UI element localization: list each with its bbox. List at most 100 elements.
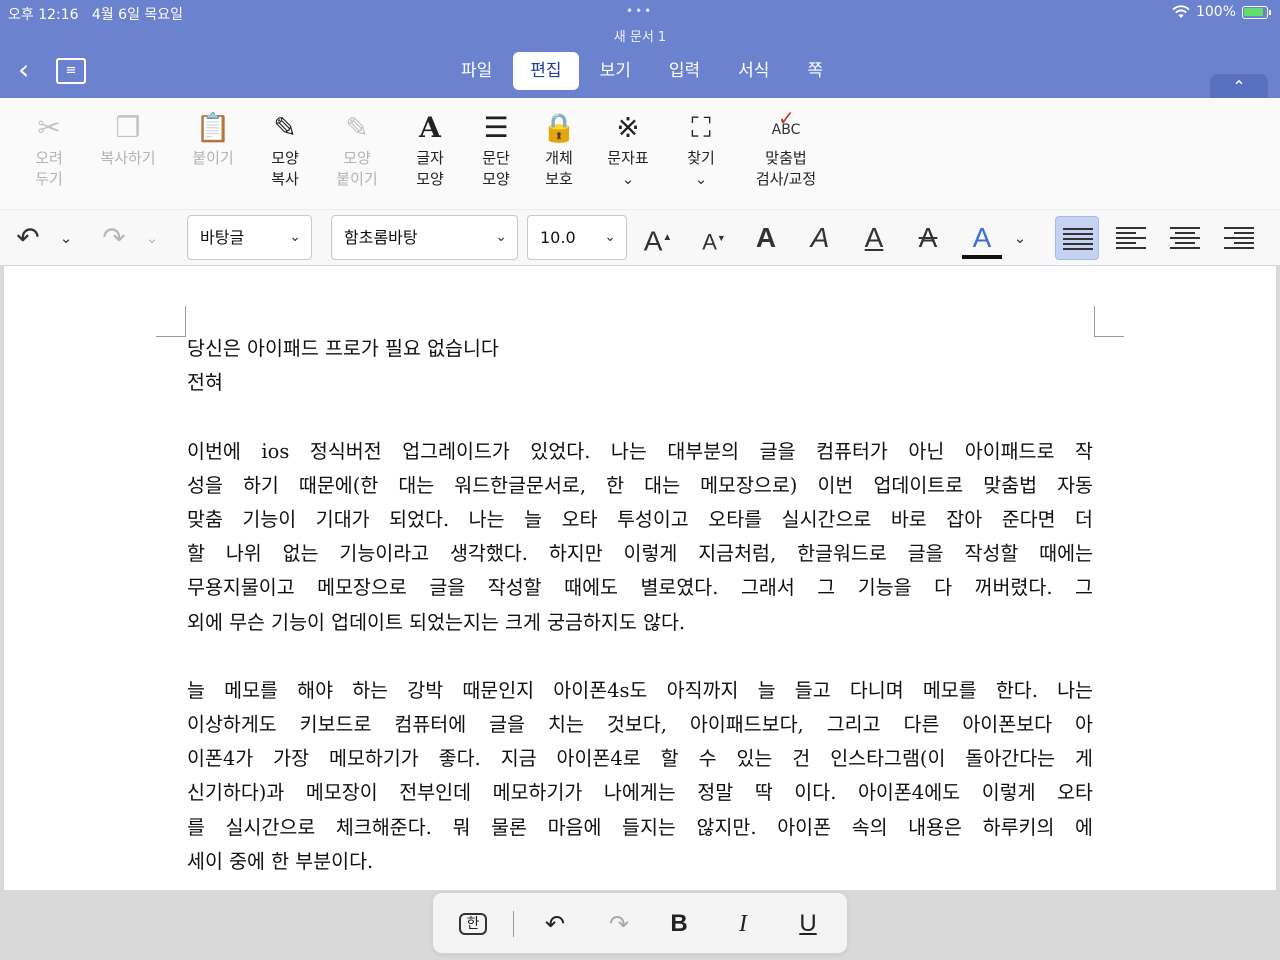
underline-button[interactable]: U <box>795 905 821 943</box>
format-paste-label: 모양 붙이기 <box>336 149 378 188</box>
find-button[interactable]: ⛶ 찾기 ⌄ <box>680 110 722 190</box>
chevron-down-icon[interactable]: ⌄ <box>56 218 76 258</box>
para-shape-button[interactable]: ☰ 문단 모양 <box>472 110 520 190</box>
format-copy-button[interactable]: ✎ 모양 복사 <box>264 110 306 190</box>
copy-button[interactable]: ❐ 복사하기 <box>94 110 162 169</box>
object-protect-button[interactable]: 🔒 개체 보호 <box>536 110 582 190</box>
title-line: 당신은 아이패드 프로가 필요 없습니다 <box>187 337 499 360</box>
font-size-decrease-icon[interactable]: A▼ <box>698 218 730 258</box>
style-select[interactable]: 바탕글 ⌄ <box>187 215 312 260</box>
status-time: 오후 12:16 4월 6일 목요일 <box>8 4 183 24</box>
align-right-icon[interactable] <box>1217 216 1261 260</box>
redo-icon[interactable]: ↷ <box>98 218 130 258</box>
multitasking-dots-icon[interactable]: ••• <box>626 4 653 18</box>
format-paste-icon: ✎ <box>345 111 369 144</box>
hangul-toggle-button[interactable]: 한 <box>459 913 487 935</box>
tab-view[interactable]: 보기 <box>583 52 648 90</box>
italic-button[interactable]: I <box>731 905 755 943</box>
paragraph-icon: ☰ <box>483 111 509 144</box>
paragraph-line: 맞춤 기능이 기대가 되었다. 나는 늘 오타 투성이고 오타를 실시간으로 바… <box>187 507 1093 531</box>
top-bar: 오후 12:16 4월 6일 목요일 ••• 새 문서 1 100% ‹ ≡ 파… <box>0 0 1280 98</box>
cut-button[interactable]: ✂ 오려 두기 <box>28 110 70 190</box>
tab-format[interactable]: 서식 <box>721 52 786 90</box>
spell-check-label: 맞춤법 검사/교정 <box>755 149 817 188</box>
format-paste-button[interactable]: ✎ 모양 붙이기 <box>330 110 384 190</box>
paste-label: 붙이기 <box>192 149 234 167</box>
chevron-down-icon[interactable]: ⌄ <box>1010 218 1030 258</box>
document-list-icon[interactable]: ≡ <box>56 58 86 84</box>
binoculars-icon: ⛶ <box>691 111 711 144</box>
crop-mark <box>156 336 186 337</box>
redo-icon[interactable]: ↷ <box>601 905 637 943</box>
copy-icon: ❐ <box>115 111 141 144</box>
font-select[interactable]: 함초롬바탕 ⌄ <box>331 215 518 260</box>
collapse-ribbon-button[interactable]: ⌃ <box>1210 74 1268 98</box>
clock: 오후 12:16 <box>8 7 79 23</box>
undo-icon[interactable]: ↶ <box>12 218 44 258</box>
paragraph-line: 세이 중에 한 부분이다. <box>187 849 374 873</box>
paragraph-line: 할 나위 없는 기능이라고 생각했다. 하지만 이렇게 지금처럼, 한글워드로 … <box>187 542 1093 566</box>
align-center-icon[interactable] <box>1163 216 1207 260</box>
title-line: 전혀 <box>187 371 223 395</box>
para-shape-label: 문단 모양 <box>482 149 510 188</box>
align-left-icon[interactable] <box>1109 216 1153 260</box>
format-bar: ↶ ⌄ ↷ ⌄ 바탕글 ⌄ 함초롬바탕 ⌄ 10.0 ⌄ A▲ A▼ A A A… <box>0 210 1280 266</box>
format-copy-label: 모양 복사 <box>271 149 299 188</box>
document-title: 새 문서 1 <box>613 30 667 45</box>
char-map-label: 문자표 <box>607 149 649 167</box>
char-shape-button[interactable]: A 글자 모양 <box>408 110 452 190</box>
text-color-glyph: A <box>972 222 992 253</box>
back-icon[interactable]: ‹ <box>18 56 46 86</box>
tab-page[interactable]: 쪽 <box>790 52 840 90</box>
divider <box>513 911 514 937</box>
strikethrough-icon[interactable]: A <box>912 218 944 258</box>
tab-file[interactable]: 파일 <box>444 52 509 90</box>
format-brush-icon: ✎ <box>273 111 297 144</box>
chevron-down-icon[interactable]: ⌄ <box>142 218 162 258</box>
tab-insert[interactable]: 입력 <box>652 52 717 90</box>
italic-icon[interactable]: A <box>804 218 836 258</box>
align-justify-icon[interactable] <box>1055 216 1099 260</box>
crop-mark <box>185 306 186 336</box>
underline-icon[interactable]: A <box>858 218 890 258</box>
spell-check-button[interactable]: ✓ ABC 맞춤법 검사/교정 <box>744 106 828 190</box>
paragraph-line: 신기하다)과 메모장이 전부인데 메모하기가 나에게는 정말 딱 이다. 아이폰… <box>187 781 1093 805</box>
ribbon-toolbar: ✂ 오려 두기 ❐ 복사하기 📋 붙이기 ✎ 모양 복사 ✎ 모양 붙이기 A … <box>0 98 1280 210</box>
menu-tabs: 파일 편집 보기 입력 서식 쪽 <box>444 52 840 90</box>
font-a-icon: A <box>419 111 441 144</box>
reference-mark-icon: ※ <box>616 111 640 144</box>
spellcheck-icon: ✓ ABC <box>771 106 801 138</box>
lock-object-icon: 🔒 <box>541 111 577 144</box>
copy-label: 복사하기 <box>100 149 156 167</box>
chevron-down-icon: ⌄ <box>495 229 507 245</box>
bold-icon[interactable]: A <box>750 218 782 258</box>
paragraph-line: 이번에 ios 정식버전 업그레이드가 있었다. 나는 대부분의 글을 컴퓨터가… <box>187 439 1093 463</box>
chevron-down-icon: ⌄ <box>604 229 616 245</box>
char-map-button[interactable]: ※ 문자표 ⌄ <box>600 110 656 190</box>
size-value: 10.0 <box>540 228 576 247</box>
text-color-swatch <box>962 255 1002 259</box>
crop-mark <box>1094 336 1124 337</box>
wifi-icon <box>1172 5 1190 18</box>
paragraph-line: 늘 메모를 해야 하는 강박 때문인지 아이폰4s도 아직까지 늘 들고 다니며… <box>187 678 1093 702</box>
paragraph-line: 를 실시간으로 체크해준다. 뭐 물론 마음에 들지는 않지만. 아이폰 속의 … <box>187 815 1093 839</box>
battery-percent: 100% <box>1195 4 1236 20</box>
bold-button[interactable]: B <box>665 905 693 943</box>
find-label: 찾기 <box>687 149 715 167</box>
object-protect-label: 개체 보호 <box>545 149 573 188</box>
document-body[interactable]: 당신은 아이패드 프로가 필요 없습니다 전혀 이번에 ios 정식버전 업그레… <box>187 332 1093 879</box>
style-value: 바탕글 <box>200 228 245 247</box>
paragraph-line: 무용지물이고 메모장으로 글을 작성할 때에도 별로였다. 그래서 그 기능을 … <box>187 576 1093 600</box>
tab-edit[interactable]: 편집 <box>513 52 579 90</box>
text-color-icon[interactable]: A <box>962 218 1002 259</box>
paragraph-line: 외에 무슨 기능이 업데이트 되었는지는 크게 궁금하지도 않다. <box>187 610 686 634</box>
document-canvas[interactable]: 당신은 아이패드 프로가 필요 없습니다 전혀 이번에 ios 정식버전 업그레… <box>4 266 1276 890</box>
font-size-increase-icon[interactable]: A▲ <box>642 218 674 258</box>
crop-mark <box>1094 306 1095 336</box>
size-select[interactable]: 10.0 ⌄ <box>527 215 627 260</box>
undo-icon[interactable]: ↶ <box>537 905 573 943</box>
battery-icon <box>1242 5 1271 19</box>
paste-button[interactable]: 📋 붙이기 <box>188 110 238 169</box>
chevron-down-icon: ⌄ <box>621 170 635 188</box>
chevron-down-icon: ⌄ <box>289 229 301 245</box>
